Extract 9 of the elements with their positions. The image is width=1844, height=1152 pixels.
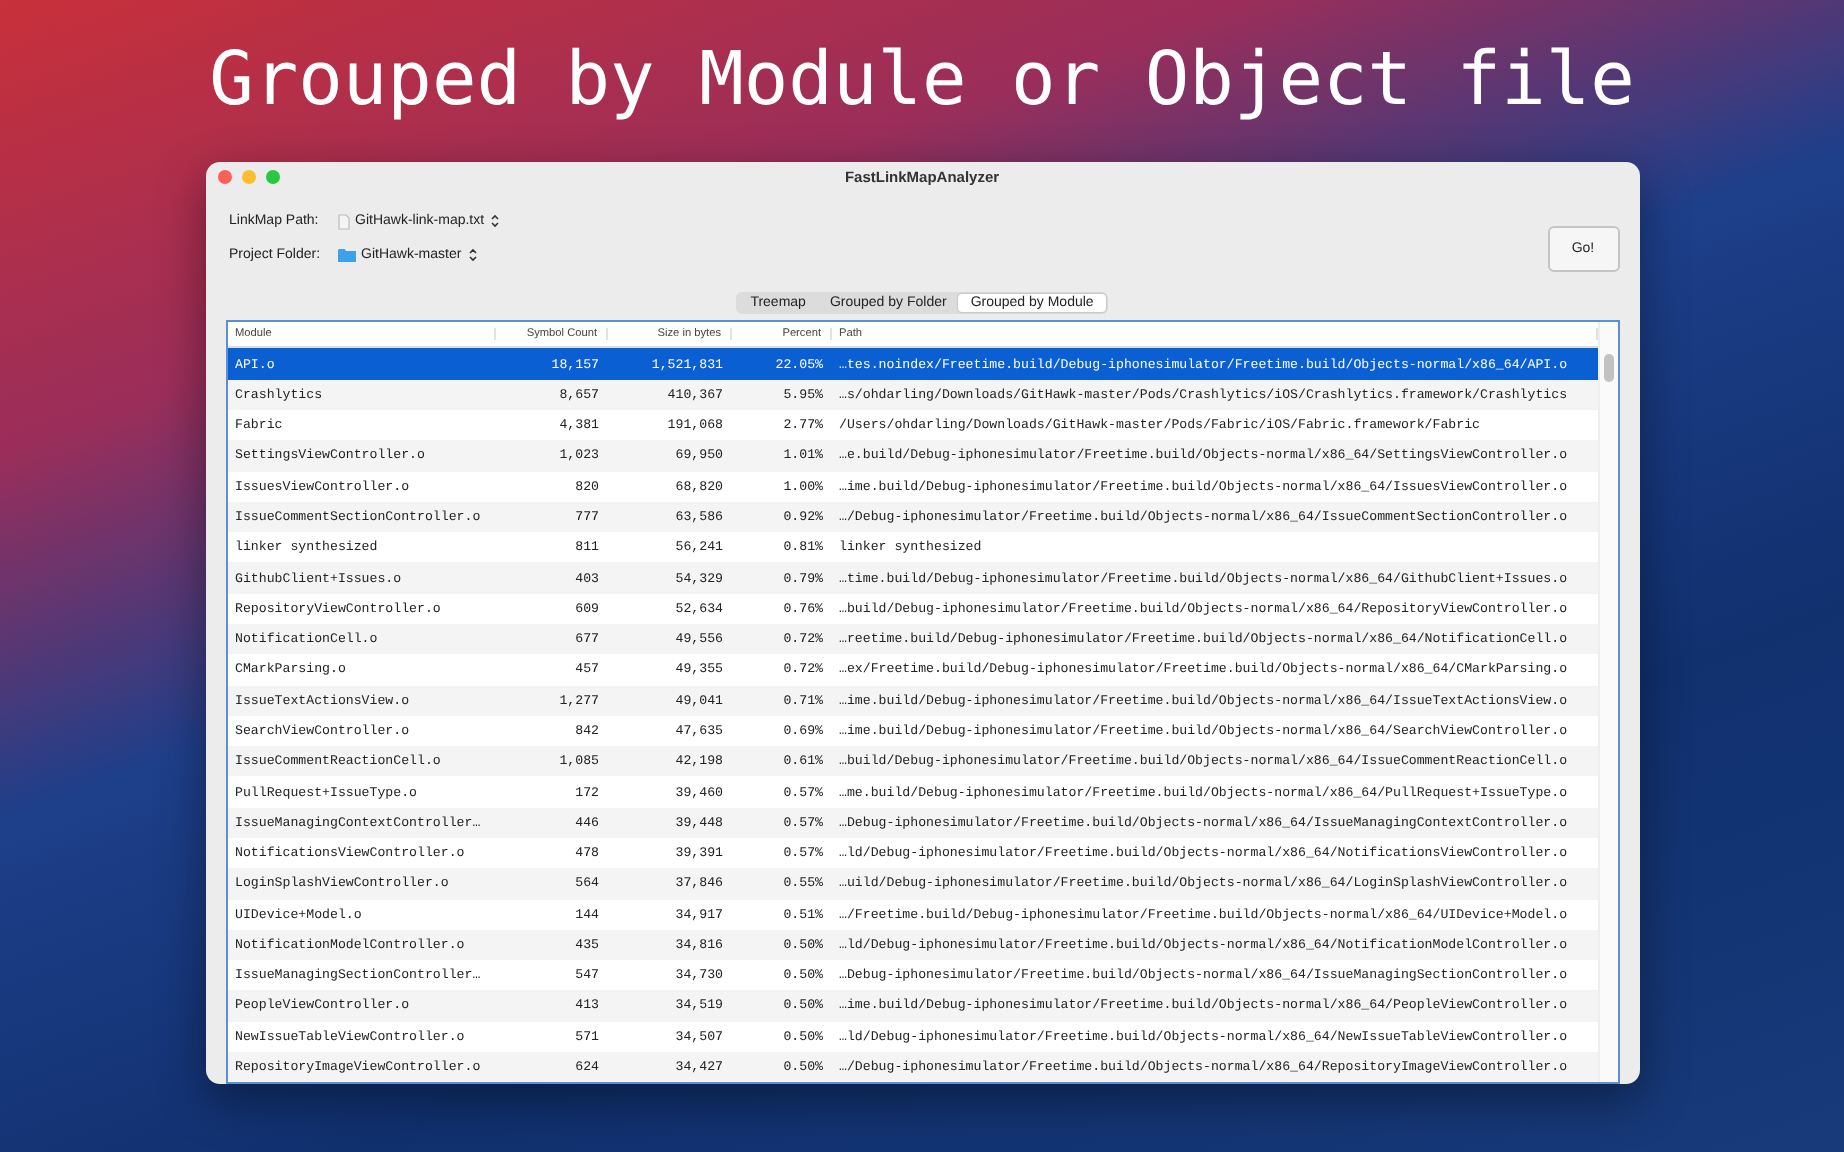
zoom-button[interactable] — [265, 170, 279, 185]
minimize-button[interactable] — [241, 170, 255, 185]
chevron-updown-icon — [467, 248, 478, 263]
close-button[interactable] — [217, 170, 231, 185]
chevron-updown-icon — [490, 214, 501, 229]
headline: Grouped by Module or Object file — [209, 36, 1635, 124]
scrollbar-thumb[interactable] — [1603, 353, 1613, 382]
folder-icon — [337, 248, 355, 263]
document-icon — [337, 213, 349, 230]
